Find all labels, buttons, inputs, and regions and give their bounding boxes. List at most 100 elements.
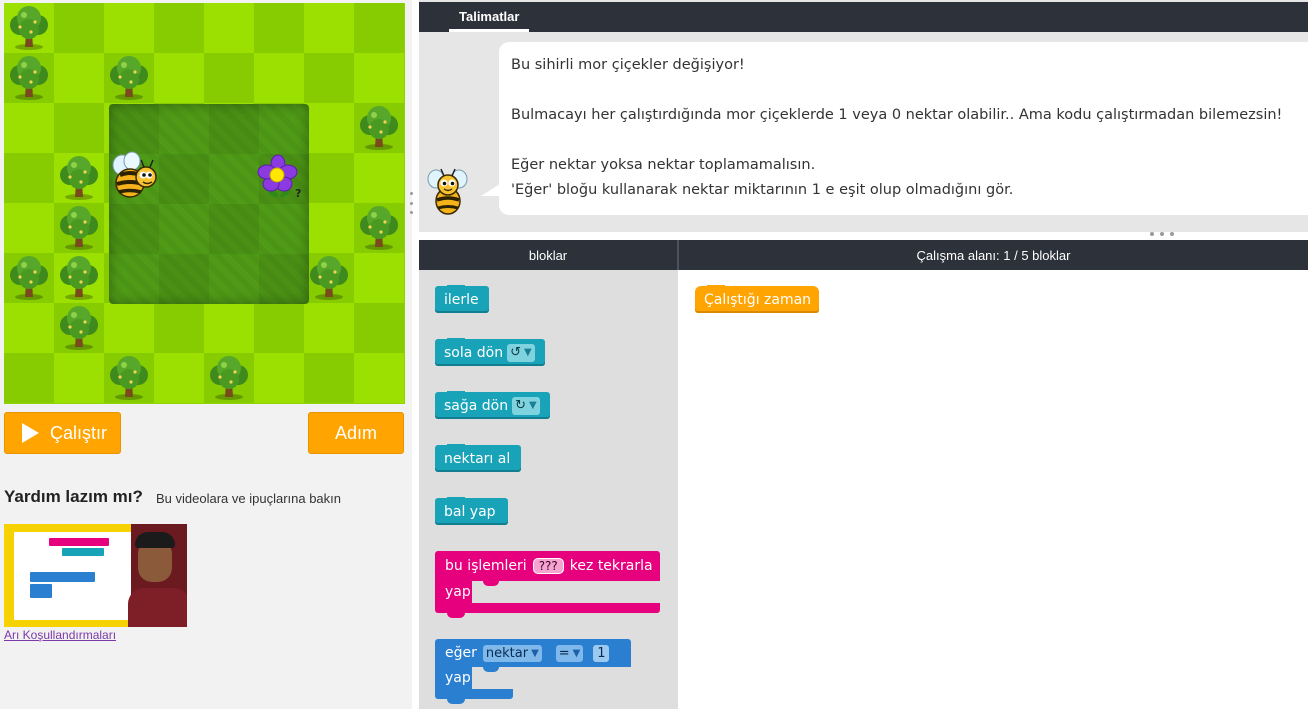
dropdown-arrow-icon: ▼ (572, 647, 581, 659)
video-thumbnail[interactable] (4, 524, 187, 627)
grass-tile (354, 153, 404, 203)
horizontal-resize-handle[interactable] (1150, 231, 1174, 237)
grass-tile (204, 53, 254, 103)
block-label: yap (445, 584, 471, 600)
dark-grass-tile (209, 104, 259, 154)
block-if-header: eğer nektar ▼ = ▼ 1 (435, 639, 631, 667)
if-operator-dropdown[interactable]: = ▼ (555, 644, 584, 662)
workspace-header: Çalışma alanı: 1 / 5 bloklar (679, 240, 1308, 270)
grass-tile (304, 203, 354, 253)
grass-tile (254, 3, 304, 53)
tree-icon (360, 106, 398, 150)
run-button-label: Çalıştır (50, 422, 108, 443)
grass-tile (104, 3, 154, 53)
run-button[interactable]: Çalıştır (4, 412, 121, 454)
grass-tile (154, 303, 204, 353)
handle-dot (409, 211, 413, 214)
grass-tile (154, 353, 204, 403)
instructions-bee-icon (427, 168, 468, 215)
dark-grass-patch (109, 104, 309, 304)
tab-instructions[interactable]: Talimatlar (449, 4, 530, 32)
step-button[interactable]: Adım (308, 412, 404, 454)
block-body: bal yap (435, 498, 508, 525)
tree-icon (60, 156, 98, 200)
turn-direction-dropdown[interactable]: ↺ ▼ (507, 343, 535, 362)
grass-tile (104, 303, 154, 353)
grass-tile (354, 253, 404, 303)
block-notch (447, 444, 465, 450)
tree-icon (60, 206, 98, 250)
tree-icon (10, 56, 48, 100)
block-repeat-side: yap (435, 581, 472, 603)
dark-grass-tile (209, 204, 259, 254)
dark-grass-tile (109, 204, 159, 254)
handle-dot (409, 201, 413, 205)
block-label: Çalıştığı zaman (704, 291, 812, 308)
block-body: nektarı al (435, 445, 521, 472)
grass-tile (354, 53, 404, 103)
tree-icon (360, 206, 398, 250)
vertical-resize-handle[interactable] (407, 192, 415, 214)
block-repeat-slot (472, 581, 660, 603)
play-icon (22, 423, 39, 443)
tree-icon (10, 6, 48, 50)
tree-icon (60, 256, 98, 300)
thumbnail-shirt (128, 588, 187, 627)
tree-icon (10, 256, 48, 300)
block-label: bu işlemleri (445, 558, 527, 574)
grass-tile (354, 353, 404, 403)
instructions-panel: Talimatlar Bu sihirli mor çiçekler değiş… (419, 0, 1308, 232)
block-notch (447, 338, 465, 344)
thumbnail-move-block (62, 548, 104, 556)
video-link[interactable]: Arı Koşullandırmaları (4, 628, 116, 642)
if-variable-dropdown[interactable]: nektar ▼ (482, 644, 542, 662)
help-title: Yardım lazım mı? (4, 487, 143, 506)
if-value-input[interactable]: 1 (593, 644, 610, 662)
dark-grass-tile (159, 254, 209, 304)
repeat-count-input[interactable]: ??? (532, 558, 564, 574)
rotate-right-icon: ↻ (515, 398, 527, 413)
block-notch (447, 497, 465, 503)
block-label: sağa dön (444, 397, 509, 414)
bubble-tail (481, 182, 503, 196)
grass-tile (54, 353, 104, 403)
bee-icon (112, 151, 157, 198)
grass-tile (4, 203, 54, 253)
block-label: bal yap (444, 503, 496, 520)
tree-icon (60, 306, 98, 350)
dropdown-arrow-icon: ▼ (529, 400, 537, 411)
block-label: yap (445, 670, 471, 686)
grass-tile (54, 3, 104, 53)
block-notch (447, 612, 465, 618)
block-label: kez tekrarla (569, 558, 653, 574)
tree-icon (210, 356, 248, 400)
dark-grass-tile (109, 104, 159, 154)
grass-tile (204, 3, 254, 53)
tree-icon (110, 56, 148, 100)
dropdown-value: nektar (485, 645, 529, 661)
turn-direction-dropdown[interactable]: ↻ ▼ (512, 396, 540, 415)
block-inner-notch (483, 581, 499, 586)
workspace[interactable]: Çalıştığı zaman (679, 270, 1308, 709)
grass-tile (304, 153, 354, 203)
left-column: ? Çalıştır Adım Yardım lazım mı? Bu vide… (0, 0, 412, 709)
handle-dot (1160, 232, 1164, 236)
toolbox: ilerle sola dön ↺ ▼ sağa dön ↻ ▼ nektarı… (419, 270, 678, 709)
grass-tile (4, 103, 54, 153)
flower-unknown-marker: ? (295, 187, 302, 200)
handle-dot (409, 192, 413, 195)
grass-tile (54, 53, 104, 103)
block-label: eğer (445, 645, 477, 661)
grass-tile (354, 303, 404, 353)
block-label: nektarı al (444, 450, 511, 467)
grass-tile (254, 353, 304, 403)
block-if-side: yap (435, 667, 472, 689)
block-inner-notch (483, 667, 499, 672)
grass-tile (154, 3, 204, 53)
grass-tile (304, 303, 354, 353)
handle-dot (1170, 232, 1174, 236)
dark-grass-tile (259, 254, 309, 304)
help-subtitle: Bu videolara ve ipuçlarına bakın (156, 491, 342, 506)
tree-icon (310, 256, 348, 300)
dropdown-value: = (558, 645, 570, 661)
